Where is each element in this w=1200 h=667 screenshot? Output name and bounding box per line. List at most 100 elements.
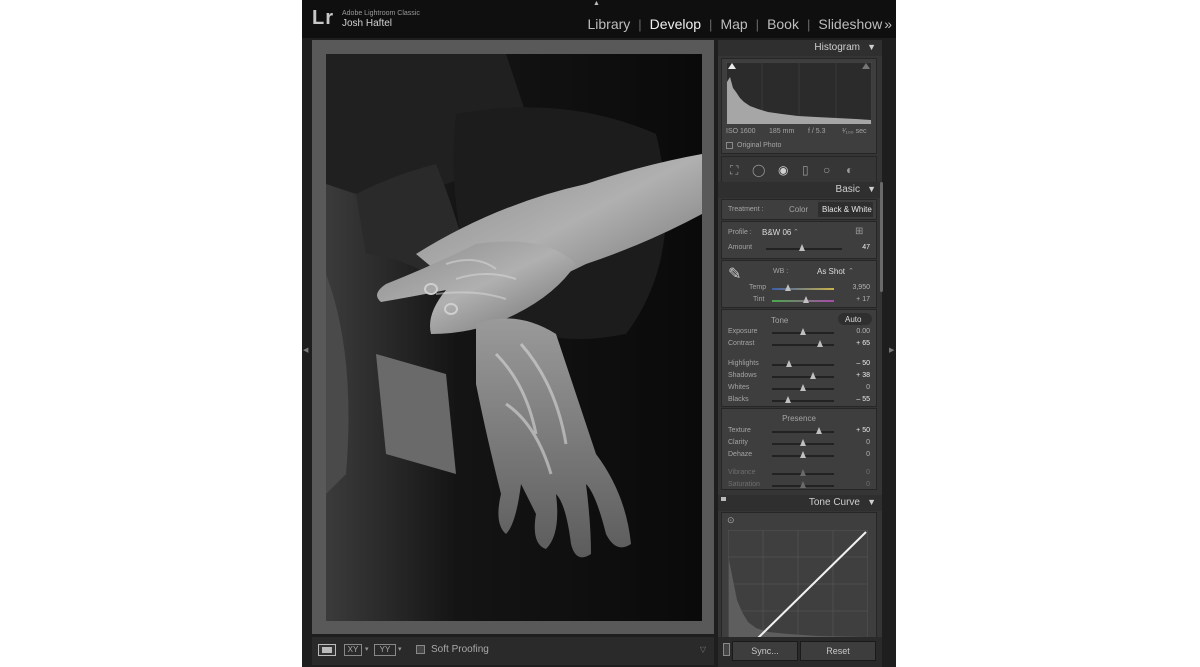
graduated-filter-icon[interactable]: ▯ (802, 164, 809, 176)
iso-value: ISO 1600 (726, 128, 756, 135)
sync-button[interactable]: Sync... (732, 641, 798, 661)
image-canvas[interactable] (312, 40, 714, 634)
chevron-updown-icon[interactable]: ⌃ (793, 228, 799, 236)
highlights-value: – 50 (856, 360, 870, 367)
treatment-bw-option[interactable]: Black & White (822, 205, 872, 214)
temp-slider[interactable] (772, 284, 834, 291)
crop-icon[interactable]: ⛶ (730, 164, 738, 176)
slider-thumb[interactable] (784, 284, 791, 291)
collapse-triangle-icon[interactable]: ▼ (867, 42, 876, 52)
lightroom-window: Lr Adobe Lightroom Classic Josh Haftel ▲… (302, 0, 896, 667)
slider-thumb[interactable] (815, 427, 822, 434)
histogram-panel-header[interactable]: Histogram ▼ (718, 40, 882, 56)
chevron-down-icon[interactable]: ▾ (365, 645, 369, 653)
soft-proofing-checkbox[interactable] (416, 645, 425, 654)
exposure-slider[interactable] (772, 328, 834, 335)
left-panel-toggle-icon[interactable]: ◀ (303, 346, 308, 354)
exposure-value: 0.00 (856, 328, 870, 335)
shutter-value: ¹⁄₁₀₀ sec (842, 128, 867, 135)
module-book[interactable]: Book (767, 16, 799, 32)
contrast-label: Contrast (728, 340, 755, 347)
wb-eyedropper-icon[interactable]: ✎ (728, 264, 741, 284)
amount-slider[interactable] (766, 244, 842, 251)
chevron-updown-icon[interactable]: ⌃ (848, 267, 854, 275)
contrast-slider[interactable] (772, 340, 834, 347)
tone-curve-panel-header[interactable]: Tone Curve ▼ (718, 495, 882, 511)
before-after-view-icon[interactable]: XY (344, 644, 362, 656)
texture-label: Texture (728, 427, 751, 434)
loupe-view-icon[interactable] (318, 644, 336, 656)
slider-thumb[interactable] (800, 439, 806, 446)
collapse-triangle-icon[interactable]: ▼ (867, 497, 876, 507)
treatment-color-option[interactable]: Color (789, 205, 808, 214)
slider-thumb[interactable] (798, 244, 805, 251)
vibrance-label: Vibrance (728, 469, 756, 476)
spot-removal-icon[interactable]: ◯ (752, 164, 765, 176)
profile-browser-icon[interactable]: ⊞ (855, 226, 863, 237)
slider-thumb[interactable] (809, 372, 816, 379)
tool-strip: ⛶ ◯ ◉ ▯ ○ ◐ (721, 156, 877, 184)
vibrance-slider[interactable] (772, 469, 834, 476)
slider-thumb[interactable] (803, 296, 810, 303)
slider-thumb[interactable] (800, 384, 806, 391)
shadow-clipping-icon[interactable] (728, 63, 736, 69)
module-library[interactable]: Library (587, 16, 630, 32)
adjustment-brush-icon[interactable]: ◐ (846, 164, 853, 176)
original-photo-checkbox[interactable] (726, 142, 733, 149)
clarity-label: Clarity (728, 439, 748, 446)
blacks-value: – 55 (856, 396, 870, 403)
blacks-slider[interactable] (772, 396, 834, 403)
module-separator: | (806, 16, 811, 32)
slider-thumb[interactable] (817, 340, 824, 347)
highlight-clipping-icon[interactable] (862, 63, 870, 69)
vibrance-value: 0 (866, 469, 870, 476)
module-slideshow[interactable]: Slideshow (818, 16, 882, 32)
top-panel-toggle-icon[interactable]: ▲ (593, 0, 600, 7)
shadows-slider[interactable] (772, 372, 834, 379)
clarity-slider[interactable] (772, 439, 834, 446)
amount-value: 47 (862, 244, 870, 251)
wb-dropdown[interactable]: As Shot (817, 267, 845, 276)
saturation-slider[interactable] (772, 481, 834, 488)
tone-curve-title: Tone Curve (808, 497, 860, 508)
highlights-slider[interactable] (772, 360, 834, 367)
targeted-adjustment-icon[interactable]: ⊙ (727, 515, 735, 526)
profile-section: Profile : B&W 06 ⌃ ⊞ Amount 47 (721, 221, 877, 259)
basic-panel-header[interactable]: Basic ▼ (718, 182, 882, 198)
right-panel-toggle-icon[interactable]: ▶ (889, 346, 894, 354)
right-panel-scrollbar[interactable] (882, 40, 889, 667)
auto-sync-toggle[interactable] (723, 643, 730, 656)
basic-title: Basic (835, 184, 860, 195)
profile-dropdown[interactable]: B&W 06 (762, 228, 791, 237)
scrollbar-thumb[interactable] (880, 182, 883, 292)
dehaze-label: Dehaze (728, 451, 753, 458)
whites-slider[interactable] (772, 384, 834, 391)
red-eye-icon[interactable]: ◉ (778, 164, 788, 176)
clarity-value: 0 (866, 439, 870, 446)
panel-switch-icon[interactable] (721, 497, 726, 501)
app-name: Adobe Lightroom Classic (342, 10, 420, 17)
module-map[interactable]: Map (720, 16, 747, 32)
slider-thumb[interactable] (800, 451, 806, 458)
whites-label: Whites (728, 384, 750, 391)
dehaze-slider[interactable] (772, 451, 834, 458)
radial-filter-icon[interactable]: ○ (823, 164, 830, 176)
slider-thumb[interactable] (800, 469, 806, 476)
chevron-down-icon[interactable]: ▾ (398, 645, 402, 653)
tone-curve-graph[interactable] (728, 530, 868, 638)
reset-button[interactable]: Reset (800, 641, 876, 661)
slider-thumb[interactable] (800, 481, 806, 488)
toolbar-options-icon[interactable]: ▽ (696, 643, 710, 657)
texture-slider[interactable] (772, 427, 834, 434)
tint-label: Tint (753, 296, 765, 303)
saturation-label: Saturation (728, 481, 760, 488)
slider-thumb[interactable] (800, 328, 806, 335)
slider-thumb[interactable] (786, 360, 793, 367)
slider-thumb[interactable] (784, 396, 791, 403)
tint-slider[interactable] (772, 296, 834, 303)
more-modules-icon[interactable]: » (884, 16, 892, 32)
module-develop[interactable]: Develop (650, 16, 701, 32)
before-after-split-icon[interactable]: YY (374, 644, 396, 656)
collapse-triangle-icon[interactable]: ▼ (867, 184, 876, 194)
auto-tone-button[interactable]: Auto (845, 315, 861, 324)
